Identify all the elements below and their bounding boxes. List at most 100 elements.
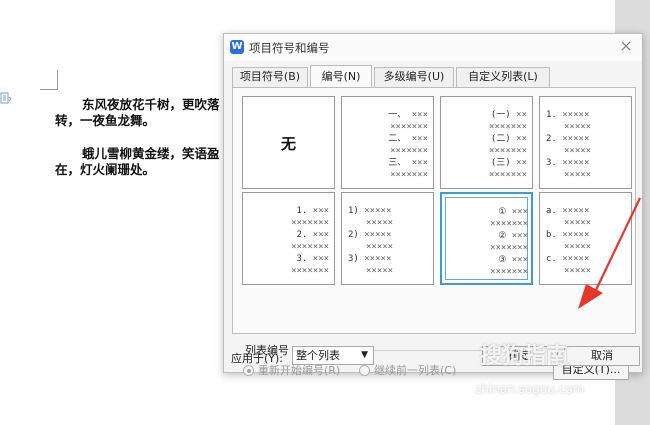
- preview-placeholder: ××: [516, 158, 527, 168]
- preview-placeholder: ×××: [411, 134, 428, 144]
- preview-placeholder: ×××××: [564, 218, 592, 228]
- tab-multilevel[interactable]: 多级编号(U): [374, 67, 454, 87]
- numbering-style-paren-chinese[interactable]: (一) ×× ××××××× (二) ×× ××××××× (三) ×× ×××××××: [440, 96, 533, 189]
- preview-placeholder: ×××××: [564, 122, 592, 132]
- preview-row: ×××××: [348, 241, 428, 253]
- preview-number: 2): [348, 230, 359, 240]
- preview-row: a. ×××××: [546, 205, 626, 217]
- preview-number: (二): [490, 134, 511, 144]
- apply-to-value: 整个列表: [296, 349, 340, 362]
- preview-row: ×××××××: [448, 242, 528, 254]
- preview-row: 3) ×××××: [348, 253, 428, 265]
- preview-row: ×××××××: [348, 169, 428, 181]
- document-line-4: 在，灯火阑珊处。: [55, 162, 156, 177]
- preview-placeholder: ×××××××: [291, 242, 329, 252]
- preview-placeholder: ×××××××: [490, 243, 528, 253]
- preview-row: ×××××××: [348, 121, 428, 133]
- wps-writer-icon: W: [230, 40, 244, 54]
- preview-number: 三、: [388, 158, 407, 168]
- preview-number: 3.: [546, 158, 557, 168]
- none-style-label: 无: [280, 135, 296, 153]
- preview-placeholder: ×××××××: [390, 170, 428, 180]
- preview-row: 三、 ×××: [348, 157, 428, 169]
- preview-placeholder: ×××××: [564, 146, 592, 156]
- preview-row: ×××××××: [249, 217, 329, 229]
- preview-placeholder: ×××××: [564, 242, 592, 252]
- preview-row: 1. ×××××: [546, 109, 626, 121]
- bullets-numbering-dialog: W 项目符号和编号 项目符号(B) 编号(N) 多级编号(U) 自定义列表(L)…: [223, 33, 643, 380]
- preview-row: ×××××××: [448, 218, 528, 230]
- preview-placeholder: ×××××: [366, 266, 394, 276]
- preview-row: 2. ×××××: [546, 133, 626, 145]
- preview-number: c.: [546, 254, 557, 264]
- preview-placeholder: ×××××: [562, 158, 590, 168]
- continue-list-radio[interactable]: [359, 365, 370, 376]
- preview-row: 3. ×××: [249, 253, 329, 265]
- numbering-style-decimal-dot-center[interactable]: 1. ××× ××××××× 2. ××× ××××××× 3. ××× ×××××××: [242, 192, 335, 285]
- tab-custom-list[interactable]: 自定义列表(L): [456, 67, 550, 87]
- numbering-style-circled[interactable]: ① ××× ××××××× ② ××× ××××××× ③ ××× ×××××××: [440, 192, 533, 285]
- preview-row: ③ ×××: [448, 254, 528, 266]
- preview-placeholder: ×××: [312, 254, 329, 264]
- preview-row: c. ×××××: [546, 253, 626, 265]
- preview-placeholder: ×××××: [364, 254, 392, 264]
- preview-row: 3. ×××××: [546, 157, 626, 169]
- numbering-panel: 无一、 ××× ××××××× 二、 ××× ××××××× 三、 ××× ×××××××…: [232, 87, 636, 380]
- preview-row: ×××××: [546, 169, 626, 181]
- numbering-style-decimal-paren[interactable]: 1) ××××× ××××× 2) ××××× ××××× 3) ××××× ×××××: [341, 192, 434, 285]
- preview-placeholder: ×××××: [564, 266, 592, 276]
- dropdown-caret-icon: ▼: [361, 350, 368, 360]
- preview-placeholder: ×××××: [562, 110, 590, 120]
- preview-number: a.: [546, 206, 557, 216]
- tab-numbering[interactable]: 编号(N): [310, 65, 372, 87]
- page-margin-mark: [40, 70, 58, 90]
- preview-row: ×××××××: [447, 121, 527, 133]
- preview-row: ×××××××: [447, 145, 527, 157]
- preview-row: ×××××: [348, 217, 428, 229]
- preview-placeholder: ×××××××: [390, 146, 428, 156]
- preview-placeholder: ×××××: [562, 230, 590, 240]
- paragraph-format-icon: [0, 92, 12, 104]
- preview-row: 2. ×××: [249, 229, 329, 241]
- numbering-style-none[interactable]: 无: [242, 96, 335, 189]
- tab-bullets[interactable]: 项目符号(B): [232, 67, 308, 87]
- numbering-style-alpha[interactable]: a. ××××× ××××× b. ××××× ××××× c. ××××× ×××××: [539, 192, 632, 285]
- preview-row: ① ×××: [448, 206, 528, 218]
- apply-to-select[interactable]: 整个列表 ▼: [292, 346, 374, 365]
- preview-number: 2.: [296, 230, 308, 240]
- preview-placeholder: ×××: [511, 255, 528, 265]
- preview-row: b. ×××××: [546, 229, 626, 241]
- preview-number: (三): [490, 158, 511, 168]
- preview-number: (一): [490, 110, 511, 120]
- preview-row: 1. ×××: [249, 205, 329, 217]
- preview-row: 一、 ×××: [348, 109, 428, 121]
- preview-number: 一、: [388, 110, 407, 120]
- preview-placeholder: ×××××: [562, 134, 590, 144]
- numbering-style-chinese[interactable]: 一、 ××× ××××××× 二、 ××× ××××××× 三、 ××× ×××××××: [341, 96, 434, 189]
- numbering-style-decimal-dot[interactable]: 1. ××××× ××××× 2. ××××× ××××× 3. ××××× ×××××: [539, 96, 632, 189]
- preview-row: ×××××××: [447, 169, 527, 181]
- preview-row: 二、 ×××: [348, 133, 428, 145]
- preview-number: 3): [348, 254, 359, 264]
- preview-placeholder: ×××××: [366, 242, 394, 252]
- dialog-titlebar[interactable]: W 项目符号和编号: [224, 34, 642, 61]
- preview-placeholder: ×××××××: [490, 219, 528, 229]
- preview-row: (一) ××: [447, 109, 527, 121]
- preview-row: ×××××××: [249, 265, 329, 277]
- cancel-button[interactable]: 取消: [564, 346, 640, 366]
- preview-row: ② ×××: [448, 230, 528, 242]
- preview-placeholder: ×××××: [564, 170, 592, 180]
- preview-placeholder: ×××: [511, 207, 528, 217]
- preview-placeholder: ×××××: [364, 206, 392, 216]
- preview-row: ×××××: [546, 121, 626, 133]
- restart-numbering-radio[interactable]: [243, 365, 254, 376]
- preview-placeholder: ××: [516, 134, 527, 144]
- close-button[interactable]: [618, 38, 634, 56]
- preview-row: (三) ××: [447, 157, 527, 169]
- preview-placeholder: ×××××: [562, 254, 590, 264]
- watermark-url: zhinan.sogou.com: [475, 382, 585, 396]
- continue-list-label: 继续前一列表(C): [374, 364, 457, 377]
- preview-row: (二) ××: [447, 133, 527, 145]
- preview-placeholder: ×××××××: [489, 170, 527, 180]
- preview-row: ×××××××: [448, 266, 528, 278]
